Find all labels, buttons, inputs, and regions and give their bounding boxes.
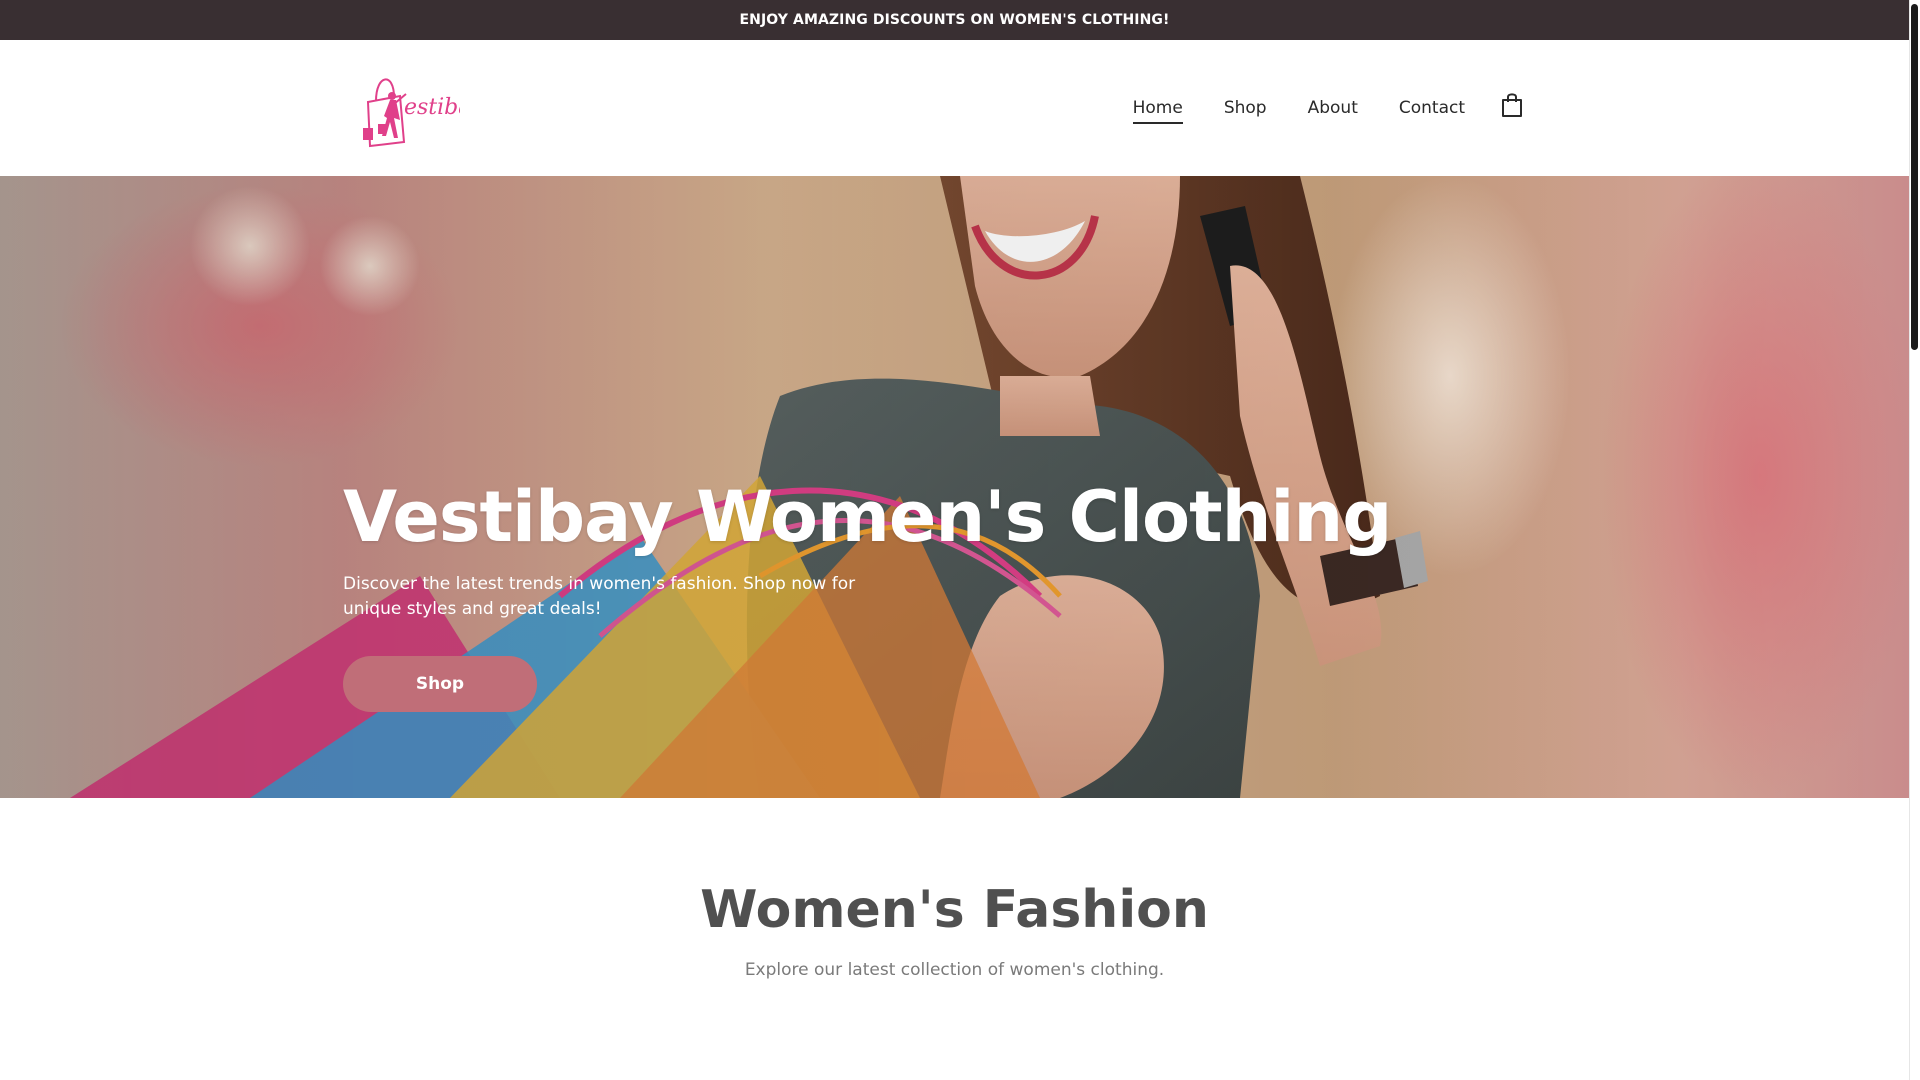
shopping-bag-icon [1502,93,1522,117]
hero-shop-button[interactable]: Shop [343,656,537,712]
scrollbar-thumb[interactable] [1911,4,1918,350]
svg-text:estibay: estibay [404,95,460,120]
nav-home[interactable]: Home [1132,94,1184,124]
main-nav: Home Shop About Contact [1092,40,1525,176]
announcement-bar: ENJOY AMAZING DISCOUNTS ON WOMEN'S CLOTH… [0,0,1909,40]
nav-shop[interactable]: Shop [1224,94,1267,122]
page: ENJOY AMAZING DISCOUNTS ON WOMEN'S CLOTH… [0,0,1909,1080]
announcement-text: ENJOY AMAZING DISCOUNTS ON WOMEN'S CLOTH… [739,12,1170,28]
section-title: Women's Fashion [700,880,1209,940]
section-subtitle: Explore our latest collection of women's… [744,960,1165,980]
hero-subtitle: Discover the latest trends in women's fa… [343,574,856,619]
hero-banner: Vestibay Women's Clothing Discover the l… [0,176,1909,798]
site-logo[interactable]: estibay [360,66,484,150]
cart-button[interactable] [1499,90,1525,120]
nav-about[interactable]: About [1308,94,1358,122]
page-scrollbar[interactable] [1909,0,1920,1080]
nav-contact[interactable]: Contact [1399,94,1465,122]
shopping-bag-logo-icon: estibay [363,78,484,148]
site-header: estibay Home Shop About Contact [0,40,1909,176]
hero-title: Vestibay Women's Clothing [343,476,1392,558]
